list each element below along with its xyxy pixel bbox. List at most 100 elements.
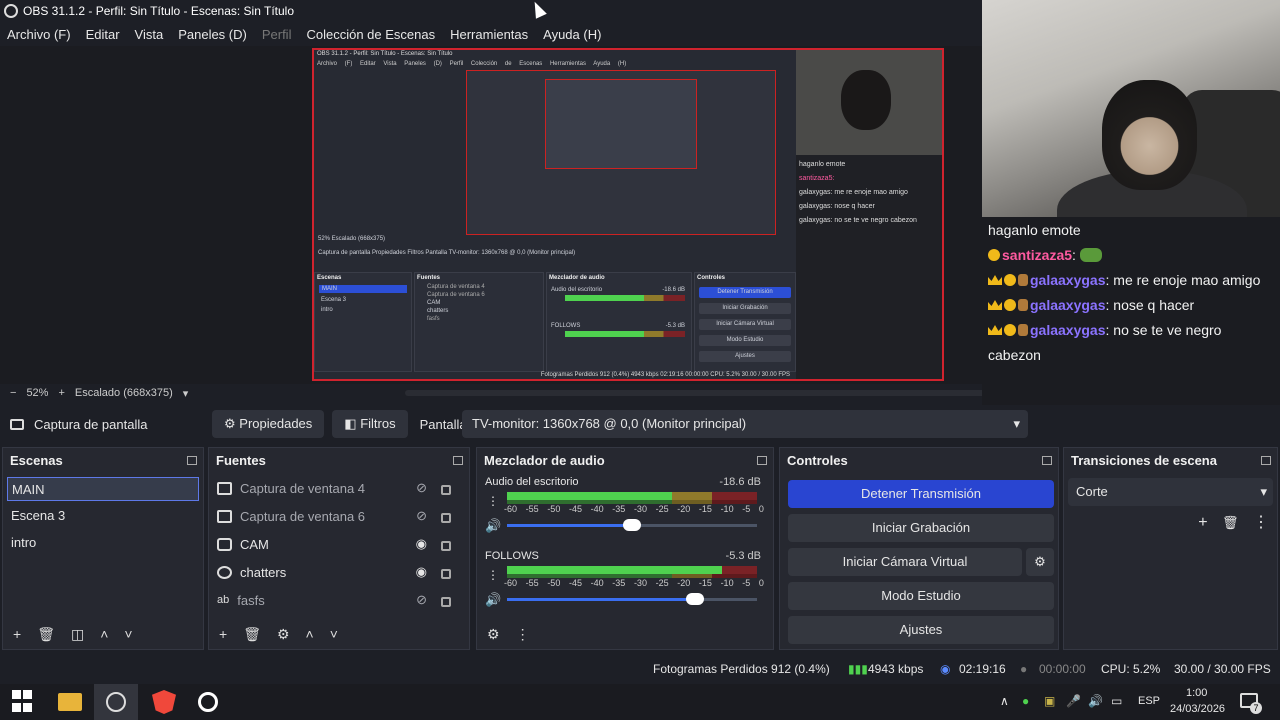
speaker-icon[interactable]: 🔊 [485,518,501,534]
eye-icon[interactable]: ◉ [416,564,427,580]
nested-zoom: 52% Escalado (668x375) [318,236,386,242]
nested-ctrl-btn: Iniciar Cámara Virtual [699,319,791,330]
start-recording-button[interactable]: Iniciar Grabación [788,514,1054,542]
lock-icon[interactable] [441,513,451,523]
display-select[interactable]: TV-monitor: 1360x768 @ 0,0 (Monitor prin… [462,410,1028,438]
source-item[interactable]: Captura de ventana 6 ⊘ [209,502,469,530]
crown-badge-icon [988,325,1002,335]
preview-canvas[interactable]: OBS 31.1.2 - Perfil: Sin Título - Escena… [0,46,982,384]
source-item[interactable]: chatters ◉ [209,558,469,586]
menu-dots-icon[interactable]: ⋮ [487,494,499,508]
virtual-camera-settings-button[interactable]: ⚙ [1026,548,1054,576]
trash-icon[interactable]: 🗑 [1222,515,1239,530]
tray-app-icon-2[interactable]: ▣ [1044,694,1055,708]
tray-app-icon[interactable]: ● [1022,694,1029,708]
nested-ch1-db: -18.6 dB [662,287,685,293]
windows-start-icon[interactable] [12,690,36,714]
add-icon[interactable]: + [1198,514,1207,531]
studio-mode-button[interactable]: Modo Estudio [788,582,1054,610]
sources-title: Fuentes [216,453,266,468]
eye-hidden-icon[interactable]: ⊘ [416,508,427,524]
source-item[interactable]: Captura de ventana 4 ⊘ [209,474,469,502]
gear-icon[interactable]: ⚙ [487,626,500,643]
settings-button[interactable]: Ajustes [788,616,1054,644]
up-arrow-icon[interactable]: ˄ [100,626,108,642]
source-item[interactable]: CAM ◉ [209,530,469,558]
menu-paneles[interactable]: Paneles (D) [171,27,255,42]
menu-editar[interactable]: Editar [79,27,128,42]
meter-tick: -40 [590,578,604,588]
down-arrow-icon[interactable]: ˅ [124,626,132,642]
file-explorer-icon[interactable] [58,693,82,711]
menu-dots-icon[interactable]: ⋮ [487,568,499,582]
volume-slider[interactable] [507,593,757,605]
volume-icon[interactable]: 🔊 [1088,694,1103,708]
zoom-out-button[interactable]: − [10,387,16,399]
float-dock-icon[interactable] [1261,456,1271,465]
menu-ayuda[interactable]: Ayuda (H) [536,27,609,42]
float-dock-icon[interactable] [757,456,767,465]
clock-time[interactable]: 1:00 [1186,687,1207,699]
nested-mixer-dock: Mezclador de audio Audio del escritorio … [546,272,692,372]
source-item[interactable]: ab fasfs ⊘ [209,586,469,614]
menu-archivo[interactable]: Archivo (F) [0,27,79,42]
menu-herramientas[interactable]: Herramientas [443,27,536,42]
volume-slider-knob[interactable] [685,593,704,605]
stop-streaming-button[interactable]: Detener Transmisión [788,480,1054,508]
eye-hidden-icon[interactable]: ⊘ [416,592,427,608]
volume-slider[interactable] [507,519,757,531]
microphone-icon[interactable]: 🎤 [1066,694,1081,708]
menu-dots-icon[interactable]: ⋮ [1253,514,1269,531]
window-capture-icon [217,509,232,523]
eye-hidden-icon[interactable]: ⊘ [416,480,427,496]
menu-vista[interactable]: Vista [128,27,172,42]
scene-item-main[interactable]: MAIN [7,477,199,501]
zoom-in-button[interactable]: + [58,387,64,399]
filters-icon[interactable]: ◫ [71,626,84,643]
transitions-header: Transiciones de escena [1064,448,1277,474]
eye-icon[interactable]: ◉ [416,536,427,552]
clock-app-icon[interactable] [198,692,218,712]
menu-perfil[interactable]: Perfil [255,27,300,42]
lock-icon[interactable] [441,541,451,551]
obs-taskbar-button[interactable] [94,684,138,720]
float-dock-icon[interactable] [187,456,197,465]
down-arrow-icon[interactable]: ˅ [330,626,338,642]
language-indicator[interactable]: ESP [1138,695,1160,707]
bag-badge-icon [1018,274,1028,286]
preview-horizontal-scrollbar[interactable] [405,390,1080,396]
cpu-usage: CPU: 5.2% [1101,662,1161,676]
float-dock-icon[interactable] [453,456,463,465]
chevron-up-icon[interactable]: ∧ [1000,694,1009,708]
volume-slider-knob[interactable] [623,519,641,531]
lock-icon[interactable] [441,569,451,579]
properties-button[interactable]: ⚙ Propiedades [212,410,325,438]
nested-source-item: CAM [427,300,441,306]
filters-button[interactable]: ◧ Filtros [332,410,408,438]
add-icon[interactable]: + [219,626,227,642]
transition-select[interactable]: Corte ▾ [1068,478,1273,506]
lock-icon[interactable] [441,485,451,495]
menu-dots-icon[interactable]: ⋮ [516,626,530,643]
scenes-dock: Escenas MAIN Escena 3 intro + 🗑 ◫ ˄ ˅ [2,447,204,650]
start-virtual-camera-button[interactable]: Iniciar Cámara Virtual [788,548,1022,576]
menu-coleccion-escenas[interactable]: Colección de Escenas [299,27,443,42]
network-icon[interactable]: ▭ [1111,694,1122,708]
speaker-icon[interactable]: 🔊 [485,592,501,608]
add-icon[interactable]: + [13,626,21,642]
meter-tick: -5 [742,578,751,588]
scene-item-intro[interactable]: intro [7,531,199,555]
brave-browser-icon[interactable] [152,690,176,714]
trash-icon[interactable]: 🗑 [243,626,261,643]
scaling-dropdown-icon[interactable]: ▾ [183,387,189,400]
preview-source-frame[interactable]: OBS 31.1.2 - Perfil: Sin Título - Escena… [312,48,944,381]
gear-icon[interactable]: ⚙ [277,626,290,643]
trash-icon[interactable]: 🗑 [37,626,55,643]
lock-icon[interactable] [441,597,451,607]
nested-sources-title: Fuentes [417,275,441,281]
clock-date[interactable]: 24/03/2026 [1170,703,1225,715]
float-dock-icon[interactable] [1042,456,1052,465]
scene-item-escena-3[interactable]: Escena 3 [7,504,199,528]
up-arrow-icon[interactable]: ˄ [306,626,314,642]
nested-controls-dock: Controles Detener Transmisión Iniciar Gr… [694,272,796,372]
